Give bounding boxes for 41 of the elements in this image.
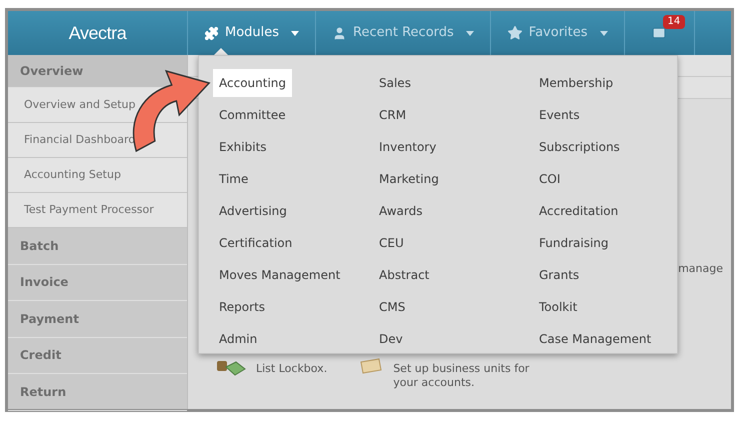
task-description: List Lockbox. [256, 362, 328, 376]
module-menu-item[interactable]: Inventory [373, 133, 442, 161]
caret-icon [466, 30, 474, 36]
module-menu-item[interactable]: Case Management [533, 325, 658, 353]
sidebar-item[interactable]: Accounting Setup [8, 158, 187, 193]
module-menu-item[interactable]: CEU [373, 229, 410, 257]
module-menu-item[interactable]: Marketing [373, 165, 445, 193]
module-menu-item[interactable]: Accounting [213, 69, 292, 97]
task-description: Set up business units for your accounts. [393, 362, 530, 390]
module-menu-item[interactable]: Moves Management [213, 261, 346, 289]
notepad-icon [359, 358, 384, 374]
module-menu-item[interactable]: Grants [533, 261, 586, 289]
sidebar-item[interactable]: Test Payment Processor [8, 193, 187, 228]
module-menu-item[interactable]: CRM [373, 101, 412, 129]
module-menu-item[interactable]: Abstract [373, 261, 436, 289]
module-menu-item[interactable]: Dev [373, 325, 409, 353]
module-menu-item[interactable]: Membership [533, 69, 620, 97]
module-menu-item[interactable]: Awards [373, 197, 428, 225]
module-menu-item[interactable]: Fundraising [533, 229, 615, 257]
module-menu-item[interactable]: Committee [213, 101, 292, 129]
star-icon [506, 25, 523, 41]
module-menu-item[interactable]: Exhibits [213, 133, 273, 161]
description-text: manage [678, 261, 723, 277]
module-menu-item[interactable]: Time [213, 165, 254, 193]
module-menu-item[interactable]: CMS [373, 293, 412, 321]
logo: Avectra [68, 22, 126, 44]
module-menu-item[interactable]: Advertising [213, 197, 293, 225]
notification-badge: 14 [662, 15, 686, 29]
module-menu-item[interactable]: Certification [213, 229, 298, 257]
module-menu-item[interactable]: Reports [213, 293, 272, 321]
module-menu-item[interactable]: Toolkit [533, 293, 584, 321]
module-menu-item[interactable]: Sales [373, 69, 417, 97]
mail-icon [652, 26, 666, 40]
module-menu-item[interactable]: Subscriptions [533, 133, 626, 161]
module-menu-item[interactable]: COI [533, 165, 566, 193]
caret-icon [291, 30, 300, 36]
caret-icon [600, 30, 608, 36]
module-menu-item[interactable]: Accreditation [533, 197, 624, 225]
module-menu-item[interactable]: Events [533, 101, 586, 129]
puzzle-icon [204, 26, 219, 40]
module-menu-item[interactable]: Admin [213, 325, 264, 353]
